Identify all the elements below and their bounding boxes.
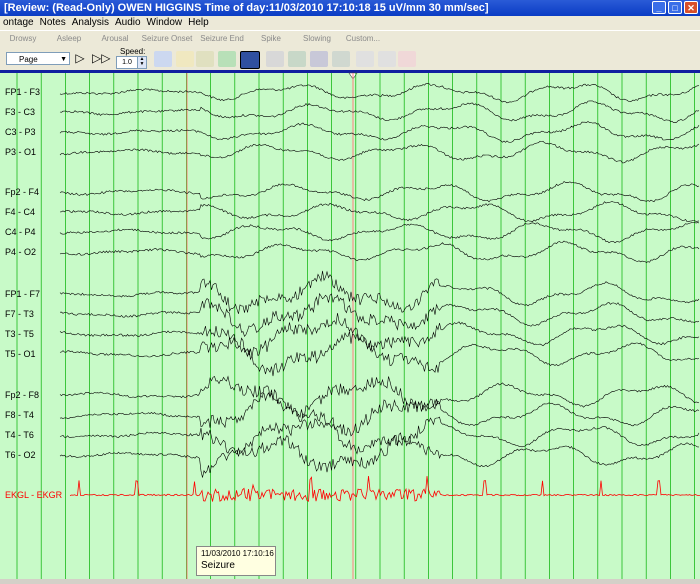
- event-custom[interactable]: Custom...: [340, 31, 386, 47]
- report-icon[interactable]: [332, 51, 350, 67]
- zoom-in-icon[interactable]: [356, 51, 374, 67]
- eeg-traces-svg: [0, 70, 700, 579]
- fast-forward-icon[interactable]: ▷▷: [92, 50, 110, 67]
- eeg-trace: [59, 416, 700, 457]
- channel-label: Fp2 - F4: [5, 187, 40, 197]
- main-toolbar: Page ▼ ▷ ▷▷ Speed: 1.0 ▲ ▼: [0, 47, 700, 70]
- channel-label: C4 - P4: [5, 227, 36, 237]
- eeg-trace: [59, 240, 700, 263]
- zoom-out-icon[interactable]: [378, 51, 396, 67]
- seizure-annotation[interactable]: 11/03/2010 17:10:16 Seizure: [196, 546, 276, 576]
- ekg-trace: [69, 476, 700, 502]
- menu-bar: ontage Notes Analysis Audio Window Help: [0, 16, 700, 30]
- marker-icon[interactable]: [176, 51, 194, 67]
- eeg-trace: [59, 100, 700, 124]
- ekg-channel-label: EKGL - EKGR: [5, 490, 63, 500]
- eeg-trace: [59, 222, 700, 244]
- channel-label: F7 - T3: [5, 309, 34, 319]
- chevron-down-icon: ▼: [60, 56, 67, 63]
- channel-label: F8 - T4: [5, 410, 34, 420]
- print-icon[interactable]: [310, 51, 328, 67]
- channel-label: P3 - O1: [5, 147, 37, 157]
- event-arousal[interactable]: Arousal: [92, 31, 138, 47]
- waveform-icon[interactable]: [398, 51, 416, 67]
- video-icon[interactable]: [288, 51, 306, 67]
- speed-label: Speed:: [120, 47, 146, 56]
- menu-notes[interactable]: Notes: [37, 16, 69, 30]
- eeg-trace: [59, 121, 700, 143]
- event-drowsy[interactable]: Drowsy: [0, 31, 46, 47]
- page-select-value: Page: [19, 55, 38, 64]
- eeg-trace: [59, 392, 700, 437]
- menu-analysis[interactable]: Analysis: [69, 16, 112, 30]
- close-button[interactable]: ✕: [684, 1, 698, 14]
- channel-label: C3 - P3: [5, 127, 36, 137]
- cursor-tool-icon[interactable]: [154, 51, 172, 67]
- montage-selected-icon[interactable]: [240, 51, 260, 69]
- eeg-trace: [59, 331, 700, 377]
- minimize-button[interactable]: _: [652, 1, 666, 14]
- event-seizure-onset[interactable]: Seizure Onset: [138, 31, 196, 47]
- annotation-label: Seizure: [201, 560, 235, 571]
- eeg-chart[interactable]: FP1 - F3 F3 - C3 C3 - P3 P3 - O1 Fp2 - F…: [0, 70, 700, 579]
- channel-label: FP1 - F3: [5, 87, 41, 97]
- window-title: [Review: (Read-Only) OWEN HIGGINS Time o…: [4, 2, 489, 14]
- event-asleep[interactable]: Asleep: [46, 31, 92, 47]
- annotation-time: 11/03/2010 17:10:16: [201, 549, 274, 558]
- eeg-trace: [59, 292, 700, 338]
- eeg-trace: [59, 181, 700, 203]
- channel-label: F3 - C3: [5, 107, 36, 117]
- maximize-button[interactable]: □: [668, 1, 682, 14]
- eeg-trace: [59, 312, 700, 358]
- play-forward-icon[interactable]: ▷: [74, 50, 86, 67]
- speed-stepper[interactable]: ▲ ▼: [137, 56, 147, 69]
- channel-label: T6 - O2: [5, 450, 36, 460]
- patient-icon[interactable]: [266, 51, 284, 67]
- menu-window[interactable]: Window: [144, 16, 186, 30]
- eeg-trace: [59, 375, 700, 419]
- event-spike[interactable]: Spike: [248, 31, 294, 47]
- channel-label: T5 - O1: [5, 349, 36, 359]
- eeg-trace: [59, 82, 700, 104]
- speed-input[interactable]: 1.0: [116, 56, 138, 69]
- channel-label: T3 - T5: [5, 329, 34, 339]
- menu-audio[interactable]: Audio: [112, 16, 144, 30]
- montage-icon[interactable]: [218, 51, 236, 67]
- channel-label: F4 - C4: [5, 207, 36, 217]
- channel-label: T4 - T6: [5, 430, 34, 440]
- channel-label: Fp2 - F8: [5, 390, 40, 400]
- eeg-trace: [59, 201, 700, 223]
- title-bar: [Review: (Read-Only) OWEN HIGGINS Time o…: [0, 0, 700, 16]
- channel-label: FP1 - F7: [5, 289, 41, 299]
- menu-help[interactable]: Help: [185, 16, 212, 30]
- notes-icon[interactable]: [196, 51, 214, 67]
- event-toolbar: Drowsy Asleep Arousal Seizure Onset Seiz…: [0, 30, 700, 48]
- timeline-bar: [0, 70, 700, 73]
- event-slowing[interactable]: Slowing: [294, 31, 340, 47]
- eeg-trace: [59, 270, 700, 314]
- event-seizure-end[interactable]: Seizure End: [196, 31, 248, 47]
- channel-label: P4 - O2: [5, 247, 37, 257]
- page-select[interactable]: Page ▼: [6, 52, 70, 65]
- menu-montage[interactable]: ontage: [0, 16, 37, 30]
- eeg-trace: [59, 140, 700, 164]
